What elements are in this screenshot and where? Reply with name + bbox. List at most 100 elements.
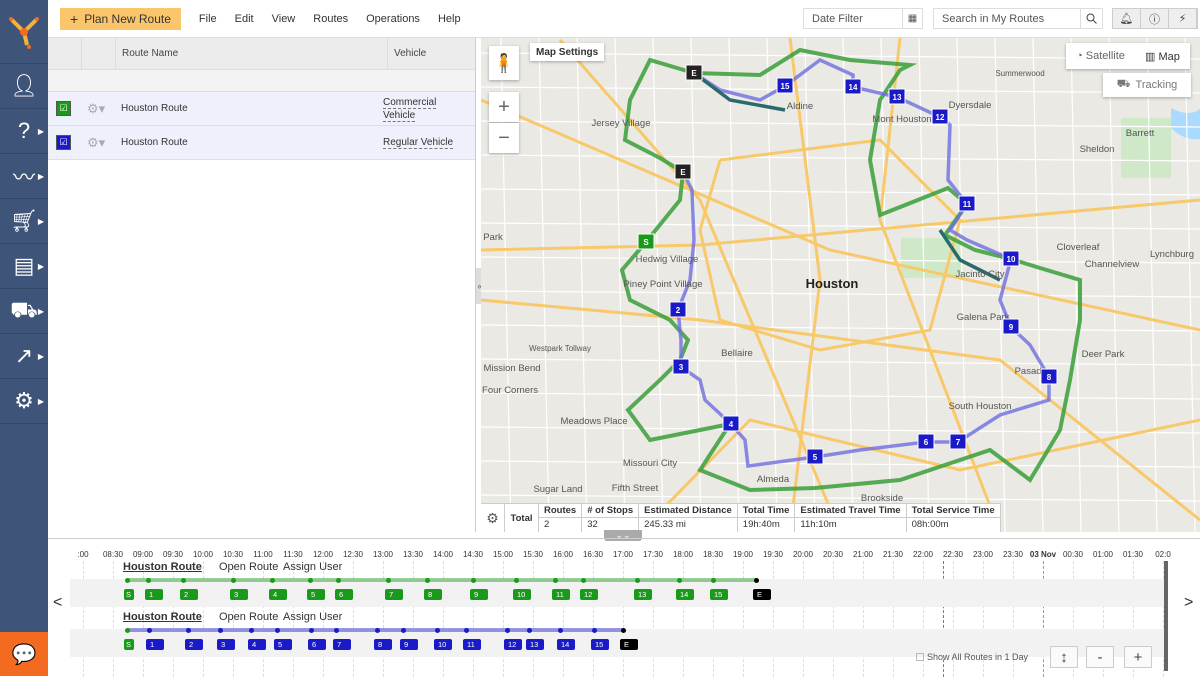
route-row[interactable]: ☑ ⚙▾ Houston Route Regular Vehicle bbox=[48, 126, 475, 160]
timeline-stop-12[interactable]: 12 bbox=[504, 639, 522, 650]
vehicle-link[interactable]: Regular Vehicle bbox=[383, 137, 454, 149]
zoom-out-timeline-button[interactable]: - bbox=[1086, 646, 1114, 668]
calendar-icon[interactable]: ▦ bbox=[902, 9, 922, 28]
timeline-stop-6[interactable]: 6 bbox=[335, 589, 353, 600]
col-vehicle[interactable]: Vehicle bbox=[388, 38, 475, 69]
zoom-in-timeline-button[interactable]: + bbox=[1124, 646, 1152, 668]
chat-icon[interactable]: 💬 bbox=[0, 632, 48, 676]
assign-user-link[interactable]: Assign User bbox=[283, 611, 342, 623]
open-route-link[interactable]: Open Route bbox=[219, 561, 278, 573]
routes-icon[interactable]: 〰 ▶ bbox=[0, 154, 48, 199]
lightning-icon[interactable]: ⚡︎ bbox=[1169, 9, 1197, 28]
timeline-scrollbar[interactable] bbox=[1164, 561, 1168, 671]
timeline-stop-10[interactable]: 10 bbox=[513, 589, 531, 600]
time-tick: 18:30 bbox=[702, 550, 724, 559]
timeline-stop-E[interactable]: E bbox=[620, 639, 638, 650]
menu-routes[interactable]: Routes bbox=[313, 13, 348, 25]
zoom-out-button[interactable]: − bbox=[489, 123, 519, 153]
menu-view[interactable]: View bbox=[272, 13, 296, 25]
route-row[interactable]: ☑ ⚙▾ Houston Route Commercial Vehicle bbox=[48, 92, 475, 126]
gear-dropdown-icon[interactable]: ⚙▾ bbox=[87, 101, 115, 117]
map-settings-button[interactable]: Map Settings bbox=[530, 43, 605, 61]
bell-icon[interactable]: 🔔︎ bbox=[1113, 9, 1141, 28]
menu-operations[interactable]: Operations bbox=[366, 13, 420, 25]
help-icon[interactable]: ? ▶ bbox=[0, 109, 48, 154]
timeline-stop-5[interactable]: 5 bbox=[307, 589, 325, 600]
timeline-stop-7[interactable]: 7 bbox=[385, 589, 403, 600]
zoom-in-button[interactable]: + bbox=[489, 92, 519, 122]
route-title-link[interactable]: Houston Route bbox=[123, 561, 202, 573]
timeline-stop-14[interactable]: 14 bbox=[557, 639, 575, 650]
timeline-stop-14[interactable]: 14 bbox=[676, 589, 694, 600]
time-tick: 12:00 bbox=[312, 550, 334, 559]
col-route-name[interactable]: Route Name bbox=[116, 38, 388, 69]
map[interactable]: Jersey Village Aldine Dyersdale Barrett Shel… bbox=[481, 38, 1200, 532]
vehicle-link[interactable]: Commercial Vehicle bbox=[383, 96, 437, 122]
timeline-stop-S[interactable]: S bbox=[124, 639, 134, 650]
gear-icon[interactable]: ⚙ bbox=[481, 504, 505, 532]
timeline-stop-S[interactable]: S bbox=[124, 589, 134, 600]
analytics-icon[interactable]: ↗ ▶ bbox=[0, 334, 48, 379]
assign-user-link[interactable]: Assign User bbox=[283, 561, 342, 573]
satellite-button[interactable]: ◔ Satellite bbox=[1076, 50, 1125, 62]
map-canvas[interactable]: Jersey Village Aldine Dyersdale Barrett Shel… bbox=[481, 38, 1200, 532]
search-icon[interactable] bbox=[1080, 9, 1102, 28]
open-route-link[interactable]: Open Route bbox=[219, 611, 278, 623]
timeline-stop-6[interactable]: 6 bbox=[308, 639, 326, 650]
app-logo[interactable] bbox=[0, 0, 48, 64]
settings-user-icon[interactable]: ⚙ ▶ bbox=[0, 379, 48, 424]
timeline-stop-3[interactable]: 3 bbox=[230, 589, 248, 600]
timeline-stop-3[interactable]: 3 bbox=[217, 639, 235, 650]
gear-dropdown-icon[interactable]: ⚙▾ bbox=[87, 135, 115, 151]
timeline-stop-9[interactable]: 9 bbox=[400, 639, 418, 650]
timeline-stop-11[interactable]: 11 bbox=[552, 589, 570, 600]
sidebar: 👤︎? ▶ 〰 ▶ 🛒︎ ▶ ▤ ▶ ⛟ ▶ ↗ ▶ ⚙ ▶ 💬 bbox=[0, 0, 48, 676]
timeline-stop-E[interactable]: E bbox=[753, 589, 771, 600]
timeline-stop-1[interactable]: 1 bbox=[146, 639, 164, 650]
timeline-stop-8[interactable]: 8 bbox=[424, 589, 442, 600]
place-label: Jersey Village bbox=[592, 118, 651, 129]
timeline-stop-1[interactable]: 1 bbox=[145, 589, 163, 600]
checkbox[interactable] bbox=[916, 653, 924, 661]
timeline-stop-15[interactable]: 15 bbox=[710, 589, 728, 600]
timeline-stop-11[interactable]: 11 bbox=[463, 639, 481, 650]
tracking-button[interactable]: ⛟ Tracking bbox=[1103, 73, 1191, 97]
search-input[interactable]: Search in My Routes bbox=[933, 8, 1103, 29]
route-name[interactable]: Houston Route bbox=[115, 103, 383, 114]
timeline-prev-button[interactable]: < bbox=[53, 594, 62, 612]
route-title-link[interactable]: Houston Route bbox=[123, 611, 202, 623]
timeline-stop-15[interactable]: 15 bbox=[591, 639, 609, 650]
menu-edit[interactable]: Edit bbox=[235, 13, 254, 25]
timeline-stop-2[interactable]: 2 bbox=[185, 639, 203, 650]
timeline-stop-13[interactable]: 13 bbox=[634, 589, 652, 600]
timeline-stop-7[interactable]: 7 bbox=[333, 639, 351, 650]
help-icon[interactable]: ⓘ bbox=[1141, 9, 1169, 28]
timeline-stop-5[interactable]: 5 bbox=[274, 639, 292, 650]
map-button[interactable]: ▥ Map bbox=[1145, 50, 1180, 63]
timeline-stop-13[interactable]: 13 bbox=[526, 639, 544, 650]
place-label: Sugar Land bbox=[533, 484, 582, 495]
timeline-stop-2[interactable]: 2 bbox=[180, 589, 198, 600]
date-filter-input[interactable]: Date Filter ▦ bbox=[803, 8, 923, 29]
timeline-next-button[interactable]: > bbox=[1184, 594, 1193, 612]
timeline-stop-10[interactable]: 10 bbox=[434, 639, 452, 650]
expand-vertical-button[interactable]: ↕ bbox=[1050, 646, 1078, 668]
plan-new-route-button[interactable]: + Plan New Route bbox=[60, 7, 181, 30]
add-driver-icon[interactable]: 👤︎ bbox=[0, 64, 48, 109]
lake bbox=[1171, 108, 1200, 140]
route-name[interactable]: Houston Route bbox=[115, 137, 383, 148]
orders-cart-icon[interactable]: 🛒︎ ▶ bbox=[0, 199, 48, 244]
timeline-stop-9[interactable]: 9 bbox=[470, 589, 488, 600]
street-view-pegman-icon[interactable]: 🧍 bbox=[489, 46, 519, 80]
timeline-stop-4[interactable]: 4 bbox=[248, 639, 266, 650]
menu-help[interactable]: Help bbox=[438, 13, 461, 25]
fleet-icon[interactable]: ⛟ ▶ bbox=[0, 289, 48, 334]
route-checkbox[interactable]: ☑ bbox=[56, 135, 71, 150]
route-checkbox[interactable]: ☑ bbox=[56, 101, 71, 116]
timeline-stop-8[interactable]: 8 bbox=[374, 639, 392, 650]
timeline-stop-4[interactable]: 4 bbox=[269, 589, 287, 600]
show-all-routes-checkbox[interactable]: Show All Routes in 1 Day bbox=[916, 652, 1028, 662]
reports-icon[interactable]: ▤ ▶ bbox=[0, 244, 48, 289]
menu-file[interactable]: File bbox=[199, 13, 217, 25]
timeline-stop-12[interactable]: 12 bbox=[580, 589, 598, 600]
